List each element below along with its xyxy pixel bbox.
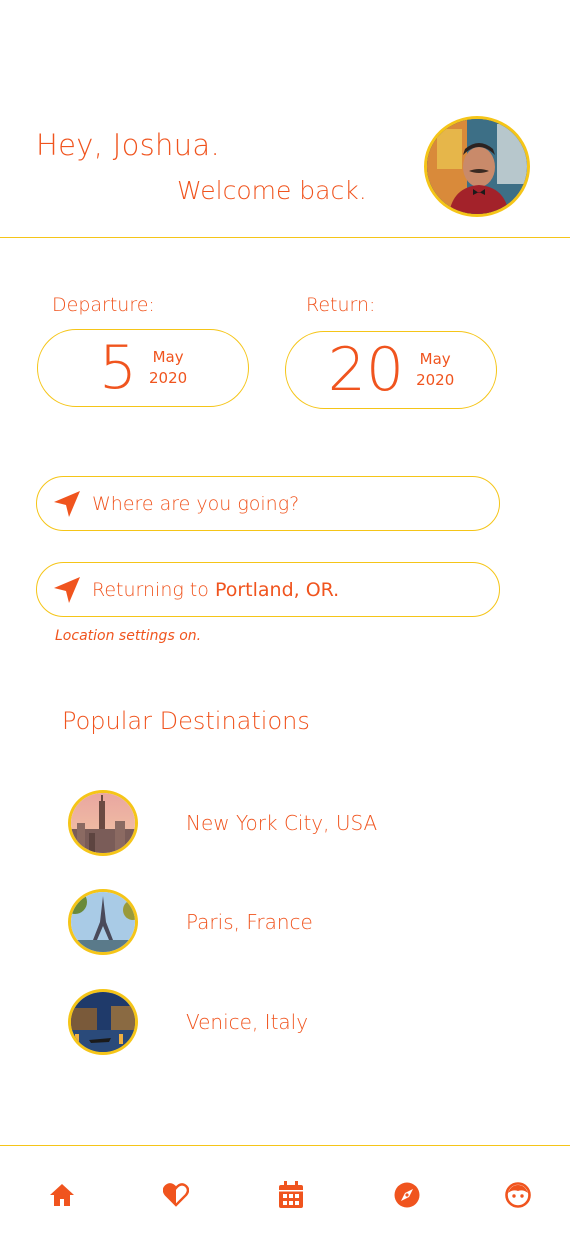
paris-thumbnail (68, 889, 138, 955)
avatar[interactable] (424, 116, 530, 217)
return-label: Return: (306, 294, 376, 316)
returning-prefix: Returning to (92, 578, 209, 601)
destination-name: New York City, USA (186, 811, 378, 835)
calendar-icon (279, 1181, 303, 1208)
destination-placeholder: Where are you going? (92, 492, 300, 515)
destination-name: Paris, France (186, 910, 313, 934)
returning-text: Returning to Portland, OR. (92, 579, 339, 601)
home-icon (50, 1184, 74, 1206)
location-arrow-icon (54, 490, 80, 517)
nav-home[interactable] (47, 1180, 77, 1210)
nav-favorites[interactable] (161, 1180, 191, 1210)
departure-month-year: May 2020 (149, 347, 187, 389)
departure-date-button[interactable]: 5 May 2020 (37, 329, 249, 407)
destination-item-venice[interactable]: Venice, Italy (68, 987, 570, 1057)
location-settings-note: Location settings on. (55, 628, 202, 644)
venice-canal-photo (71, 992, 135, 1052)
returning-location-field[interactable]: Returning to Portland, OR. (36, 562, 500, 617)
nav-profile[interactable] (503, 1180, 533, 1210)
new-york-skyline-photo (71, 793, 135, 853)
new-york-thumbnail (68, 790, 138, 856)
departure-day: 5 (98, 333, 137, 403)
nav-explore[interactable] (392, 1180, 422, 1210)
welcome-message: Welcome back. (177, 176, 367, 205)
nav-calendar[interactable] (276, 1180, 306, 1210)
bottom-nav (0, 1145, 570, 1241)
eiffel-tower-photo (71, 892, 135, 952)
return-month: May (419, 350, 451, 368)
returning-city: Portland, OR. (214, 578, 340, 601)
header-divider (0, 237, 570, 238)
destination-item-new-york[interactable]: New York City, USA (68, 788, 570, 858)
return-day: 20 (327, 335, 405, 405)
venice-thumbnail (68, 989, 138, 1055)
heart-icon (163, 1183, 189, 1207)
greeting: Hey, Joshua. (36, 128, 221, 162)
destination-name: Venice, Italy (186, 1010, 309, 1034)
return-year: 2020 (416, 371, 455, 389)
profile-icon (505, 1182, 531, 1208)
section-title: Popular Destinations (62, 707, 310, 735)
return-month-year: May 2020 (416, 349, 454, 391)
departure-label: Departure: (52, 294, 155, 316)
user-avatar-photo (427, 119, 527, 214)
destination-input[interactable]: Where are you going? (36, 476, 500, 531)
compass-icon (394, 1182, 420, 1208)
location-arrow-icon (54, 576, 80, 603)
departure-month: May (152, 348, 184, 366)
return-date-button[interactable]: 20 May 2020 (285, 331, 497, 409)
destination-item-paris[interactable]: Paris, France (68, 887, 570, 957)
departure-year: 2020 (149, 369, 188, 387)
